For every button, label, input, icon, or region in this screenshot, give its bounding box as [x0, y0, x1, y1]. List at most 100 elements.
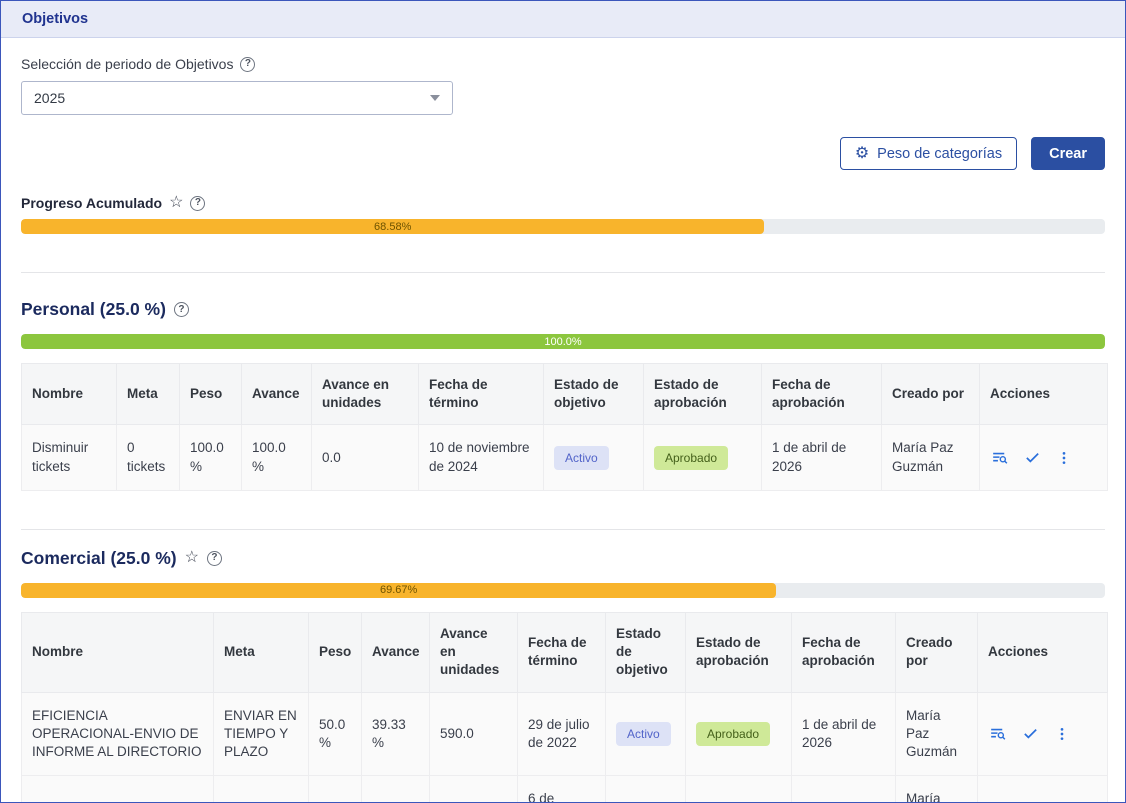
- divider: [21, 272, 1105, 273]
- overall-progress-fill: 68.58%: [21, 219, 764, 234]
- section-header-personal: Personal (25.0 %) ?: [21, 299, 1105, 320]
- help-icon[interactable]: ?: [190, 196, 205, 211]
- column-header: Acciones: [980, 364, 1108, 425]
- star-icon[interactable]: ☆: [169, 195, 183, 211]
- column-header: Avance en unidades: [312, 364, 419, 425]
- cell-fecha-termino: 29 de julio de 2022: [518, 692, 606, 776]
- kebab-menu-icon[interactable]: [1056, 450, 1072, 466]
- comercial-progress-fill: 69.67%: [21, 583, 776, 598]
- help-icon[interactable]: ?: [207, 551, 222, 566]
- cell-avance: 39.33 %: [362, 692, 430, 776]
- column-header: Nombre: [22, 612, 214, 692]
- cell-estado-objetivo: Activo: [606, 692, 686, 776]
- detail-search-icon[interactable]: [988, 724, 1007, 743]
- period-select[interactable]: 2025: [21, 81, 453, 115]
- help-icon[interactable]: ?: [240, 57, 255, 72]
- row-actions: [988, 724, 1097, 743]
- approval-badge: Aprobado: [654, 446, 728, 470]
- overall-progress-label: Progreso Acumulado: [21, 195, 162, 211]
- period-select-label-row: Selección de periodo de Objetivos ?: [21, 56, 1105, 72]
- column-header: Avance: [362, 612, 430, 692]
- period-select-value: 2025: [34, 90, 65, 106]
- cell-peso: 100.0 %: [180, 425, 242, 490]
- approval-badge: Aprobado: [696, 722, 770, 746]
- column-header: Creado por: [896, 612, 978, 692]
- table-row: EFICIENCIA OPERACIONAL-ENVIO DE INFORME …: [22, 692, 1108, 776]
- column-header: Fecha de aprobación: [762, 364, 882, 425]
- cell-avance-unidades: 120.0: [430, 776, 518, 803]
- table-header-row: Nombre Meta Peso Avance Avance en unidad…: [22, 612, 1108, 692]
- comercial-progress-value: 69.67%: [380, 584, 417, 596]
- create-button[interactable]: Crear: [1031, 137, 1105, 170]
- cell-fecha-aprobacion: 23 de marzo de 2026: [792, 776, 896, 803]
- overall-progress-bar: 68.58%: [21, 219, 1105, 234]
- cell-creado-por: María Paz Guzmán: [882, 425, 980, 490]
- cell-meta: ENVIAR EN TIEMPO Y PLAZO: [214, 692, 309, 776]
- table-row: Boletas rendidas 100 50.0 % 120.0 % 120.…: [22, 776, 1108, 803]
- detail-search-icon[interactable]: [990, 448, 1009, 467]
- cell-estado-aprobacion: Aprobado: [686, 692, 792, 776]
- cell-nombre: EFICIENCIA OPERACIONAL-ENVIO DE INFORME …: [22, 692, 214, 776]
- toolbar: ⚙ Peso de categorías Crear: [21, 137, 1105, 170]
- column-header: Avance en unidades: [430, 612, 518, 692]
- cell-estado-objetivo: Activo: [606, 776, 686, 803]
- cell-estado-objetivo: Activo: [544, 425, 644, 490]
- personal-progress-value: 100.0%: [544, 336, 581, 348]
- help-icon[interactable]: ?: [174, 302, 189, 317]
- cell-fecha-termino: 10 de noviembre de 2024: [419, 425, 544, 490]
- cell-peso: 50.0 %: [309, 776, 362, 803]
- cell-creado-por: María Paz Guzmán: [896, 692, 978, 776]
- column-header: Peso: [180, 364, 242, 425]
- overall-progress-value: 68.58%: [374, 221, 411, 233]
- cell-nombre: Disminuir tickets: [22, 425, 117, 490]
- page-title: Objetivos: [22, 11, 88, 27]
- cell-peso: 50.0 %: [309, 692, 362, 776]
- section-title: Comercial (25.0 %): [21, 548, 177, 569]
- objetivos-page: Objetivos Selección de periodo de Objeti…: [0, 0, 1126, 803]
- cell-acciones: [980, 425, 1108, 490]
- cell-estado-aprobacion: Aprobado: [686, 776, 792, 803]
- status-badge: Activo: [616, 722, 671, 746]
- cell-creado-por: María Paz Guzmán: [896, 776, 978, 803]
- cell-avance-unidades: 590.0: [430, 692, 518, 776]
- check-icon[interactable]: [1022, 725, 1039, 742]
- cell-meta: 100: [214, 776, 309, 803]
- column-header: Estado de objetivo: [544, 364, 644, 425]
- row-actions: [990, 448, 1097, 467]
- column-header: Meta: [214, 612, 309, 692]
- column-header: Nombre: [22, 364, 117, 425]
- page-content: Selección de periodo de Objetivos ? 2025…: [1, 56, 1125, 803]
- personal-progress-fill: 100.0%: [21, 334, 1105, 349]
- cell-estado-aprobacion: Aprobado: [644, 425, 762, 490]
- cell-fecha-aprobacion: 1 de abril de 2026: [792, 692, 896, 776]
- column-header: Fecha de término: [419, 364, 544, 425]
- cell-avance: 100.0 %: [242, 425, 312, 490]
- personal-objectives-table: Nombre Meta Peso Avance Avance en unidad…: [21, 363, 1108, 491]
- column-header: Meta: [117, 364, 180, 425]
- personal-progress-bar: 100.0%: [21, 334, 1105, 349]
- cell-avance-unidades: 0.0: [312, 425, 419, 490]
- column-header: Estado de aprobación: [644, 364, 762, 425]
- gear-icon: ⚙: [855, 146, 869, 162]
- period-select-label: Selección de periodo de Objetivos: [21, 56, 233, 72]
- column-header: Fecha de término: [518, 612, 606, 692]
- section-header-comercial: Comercial (25.0 %) ☆ ?: [21, 548, 1105, 569]
- check-icon[interactable]: [1024, 449, 1041, 466]
- overall-progress-header: Progreso Acumulado ☆ ?: [21, 195, 1105, 211]
- column-header: Estado de aprobación: [686, 612, 792, 692]
- cell-fecha-termino: 6 de octubre de 2024: [518, 776, 606, 803]
- cell-acciones: [978, 692, 1108, 776]
- column-header: Acciones: [978, 612, 1108, 692]
- page-header: Objetivos: [1, 1, 1125, 38]
- cell-nombre: Boletas rendidas: [22, 776, 214, 803]
- star-icon[interactable]: ☆: [185, 550, 199, 566]
- kebab-menu-icon[interactable]: [1054, 726, 1070, 742]
- comercial-objectives-table: Nombre Meta Peso Avance Avance en unidad…: [21, 612, 1108, 803]
- column-header: Fecha de aprobación: [792, 612, 896, 692]
- chevron-down-icon: [430, 95, 440, 101]
- category-weights-label: Peso de categorías: [877, 146, 1002, 162]
- category-weights-button[interactable]: ⚙ Peso de categorías: [840, 137, 1017, 170]
- table-row: Disminuir tickets 0 tickets 100.0 % 100.…: [22, 425, 1108, 490]
- cell-avance: 120.0 %: [362, 776, 430, 803]
- cell-fecha-aprobacion: 1 de abril de 2026: [762, 425, 882, 490]
